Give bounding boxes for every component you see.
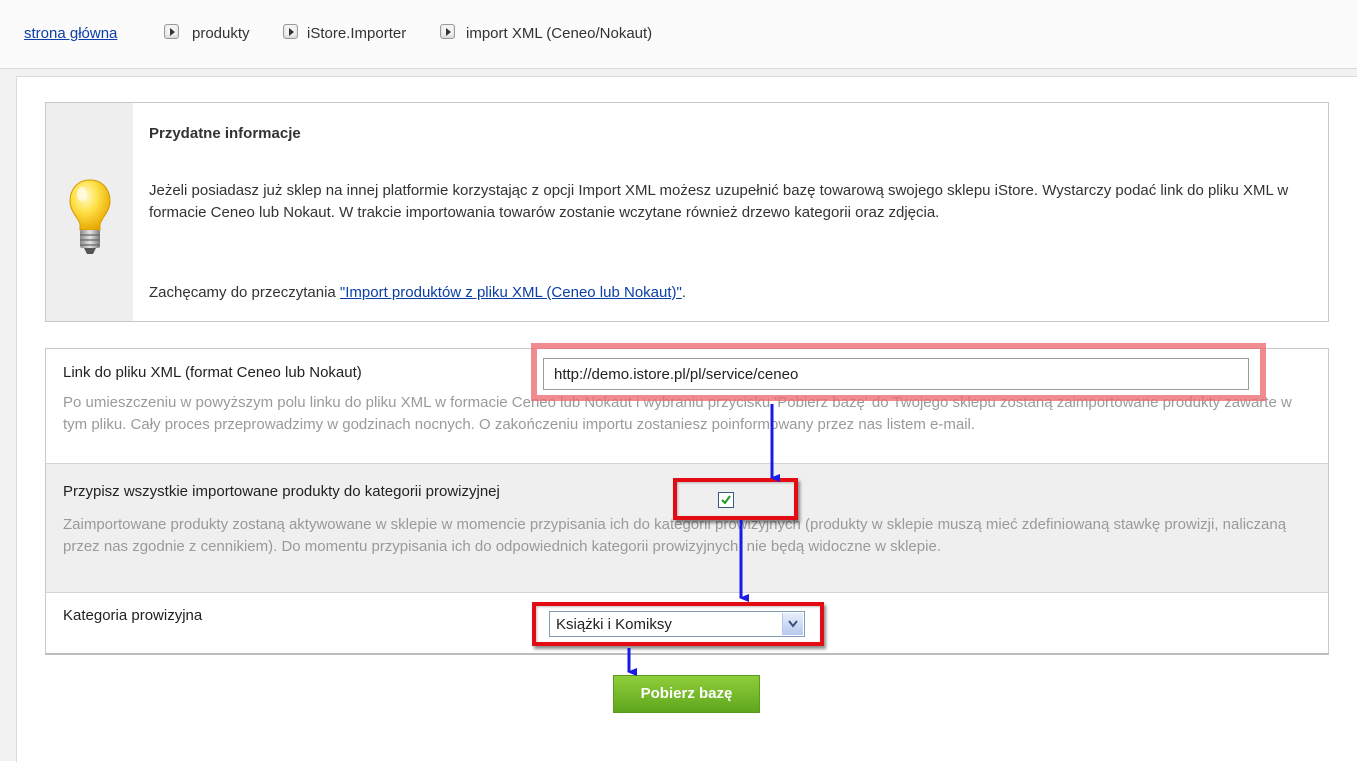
flow-arrows: [627, 404, 780, 676]
annotation-arrows: [627, 404, 780, 676]
